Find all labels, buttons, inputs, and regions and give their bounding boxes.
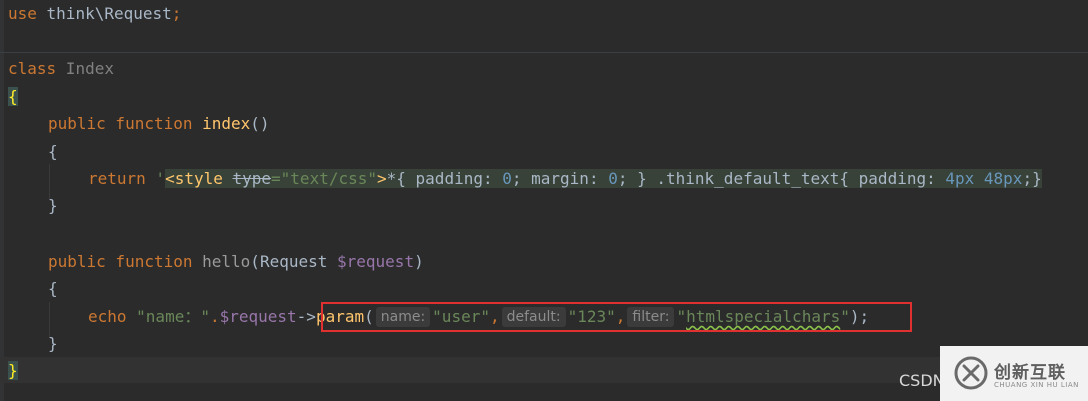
keyword-public: public (48, 252, 106, 271)
code-line-use[interactable]: use think\Request; (8, 1, 181, 27)
semicolon: ; (171, 4, 182, 23)
string-quote: ' (145, 169, 166, 188)
html-attr-type: type (232, 169, 272, 188)
method-separator (0, 52, 1088, 53)
html-attr-value: ="text/css" (271, 169, 377, 188)
request-variable: $request (219, 307, 297, 326)
paren-close: ) (414, 252, 424, 271)
close-brace: } (48, 196, 58, 215)
param-variable: $request (327, 252, 415, 271)
css-number: 4px (945, 169, 975, 188)
function-name-index: index (192, 114, 251, 133)
code-line-hello-signature[interactable]: public function hello(Request $request) (48, 249, 424, 275)
code-line-hello-close[interactable]: } (48, 331, 58, 357)
keyword-return: return (88, 169, 146, 188)
class-name: Index (56, 59, 114, 78)
css-space (974, 169, 984, 188)
brand-subtitle: CHUANG XIN HU LIAN (994, 381, 1079, 389)
brand-logo-icon (954, 356, 988, 390)
code-line-index-open[interactable]: { (48, 139, 58, 165)
code-editor[interactable]: use think\Request; class Index { public … (0, 0, 1088, 401)
code-line-class-open[interactable]: { (8, 84, 18, 110)
class-close-brace: } (8, 361, 18, 380)
class-open-brace: { (8, 87, 18, 106)
paren-open: ( (250, 252, 260, 271)
code-line-class-close[interactable]: } (8, 358, 18, 384)
parens: () (250, 114, 270, 133)
keyword-public: public (48, 114, 106, 133)
param-type: Request (259, 252, 328, 271)
open-brace: { (48, 279, 58, 298)
code-line-index-close[interactable]: } (48, 193, 58, 219)
keyword-function: function (105, 114, 193, 133)
editor-gutter (0, 0, 4, 401)
css-number: 0 (502, 169, 512, 188)
html-tag-open: <style (165, 169, 233, 188)
annotation-highlight-box (321, 302, 912, 332)
string-name-label: "name：" (126, 307, 210, 326)
code-line-hello-open[interactable]: { (48, 276, 58, 302)
concat-dot: . (209, 307, 220, 326)
css-rule-1: *{ padding: (386, 169, 503, 188)
css-rule-2: ; margin: (511, 169, 609, 188)
code-line-index-signature[interactable]: public function index() (48, 111, 270, 137)
keyword-use: use (8, 4, 37, 23)
keyword-class: class (8, 59, 57, 78)
open-brace: { (48, 142, 58, 161)
close-brace: } (48, 334, 58, 353)
html-tag-gt: > (377, 169, 387, 188)
namespace-path: think\Request (36, 4, 172, 23)
keyword-function: function (105, 252, 193, 271)
css-rule-4: ;} (1022, 169, 1042, 188)
function-name-hello: hello (192, 252, 251, 271)
code-line-return[interactable]: return '<style type="text/css">*{ paddin… (88, 166, 1042, 192)
css-number: 48px (983, 169, 1023, 188)
code-line-class[interactable]: class Index (8, 56, 114, 82)
css-rule-3: ; } .think_default_text{ padding: (617, 169, 946, 188)
keyword-echo: echo (88, 307, 127, 326)
css-number: 0 (608, 169, 618, 188)
brand-title: 创新互联 (994, 363, 1066, 383)
csdn-watermark: CSDN (899, 371, 945, 390)
arrow-operator: -> (296, 307, 316, 326)
